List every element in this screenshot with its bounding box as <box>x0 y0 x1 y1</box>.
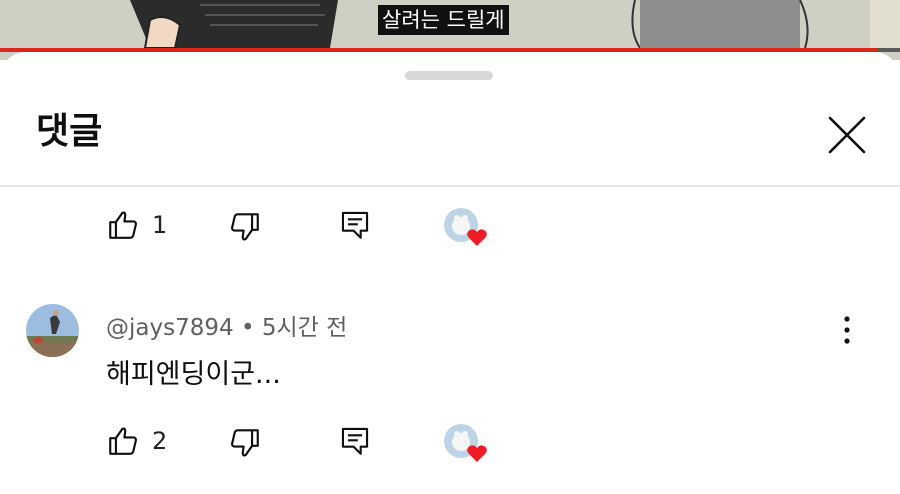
creator-heart-icon <box>444 424 487 462</box>
creator-heart-icon <box>444 208 487 246</box>
video-player-strip[interactable]: 살려는 드릴게 <box>0 0 900 60</box>
author-avatar[interactable] <box>26 304 79 357</box>
close-button[interactable] <box>822 110 872 160</box>
panel-title: 댓글 <box>36 111 103 152</box>
more-vert-icon <box>844 316 850 344</box>
author-handle[interactable]: @jays7894 <box>106 315 234 341</box>
reply-button[interactable] <box>338 208 372 242</box>
reply-button[interactable] <box>338 424 372 458</box>
header-divider <box>0 185 900 187</box>
dislike-button[interactable] <box>228 426 262 460</box>
like-button[interactable]: 2 <box>106 424 167 458</box>
avatar-image <box>26 304 79 357</box>
comments-sheet: 댓글 1 @jays7894 • 5시간 전 해피엔딩이군... 2 <box>0 52 900 494</box>
more-options-button[interactable] <box>832 314 862 346</box>
dislike-button[interactable] <box>228 210 262 244</box>
thumb-down-icon <box>231 429 259 457</box>
drag-handle[interactable] <box>405 71 493 80</box>
like-count: 2 <box>152 427 168 455</box>
thumb-down-icon <box>231 213 259 241</box>
comment-text: 해피엔딩이군... <box>106 359 281 390</box>
meta-separator: • <box>240 315 255 341</box>
reply-icon <box>341 211 369 239</box>
comment-time: 5시간 전 <box>261 315 348 341</box>
video-caption: 살려는 드릴게 <box>378 5 509 35</box>
close-icon <box>828 116 866 154</box>
comment-meta: @jays7894 • 5시간 전 <box>106 308 347 342</box>
like-button[interactable]: 1 <box>106 208 167 242</box>
thumb-up-icon <box>109 211 137 239</box>
thumb-up-icon <box>109 427 137 455</box>
creator-heart-badge <box>442 422 490 466</box>
reply-icon <box>341 427 369 455</box>
creator-heart-badge <box>442 206 490 250</box>
like-count: 1 <box>152 211 168 239</box>
